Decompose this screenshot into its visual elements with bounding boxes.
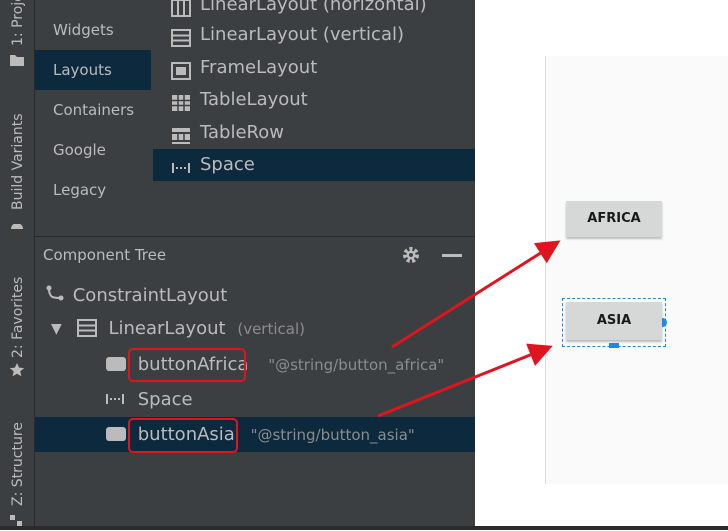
arrow-asia <box>377 343 553 418</box>
bottom-border <box>0 526 728 530</box>
arrow-africa <box>391 240 561 349</box>
annotation-arrows <box>377 240 561 418</box>
